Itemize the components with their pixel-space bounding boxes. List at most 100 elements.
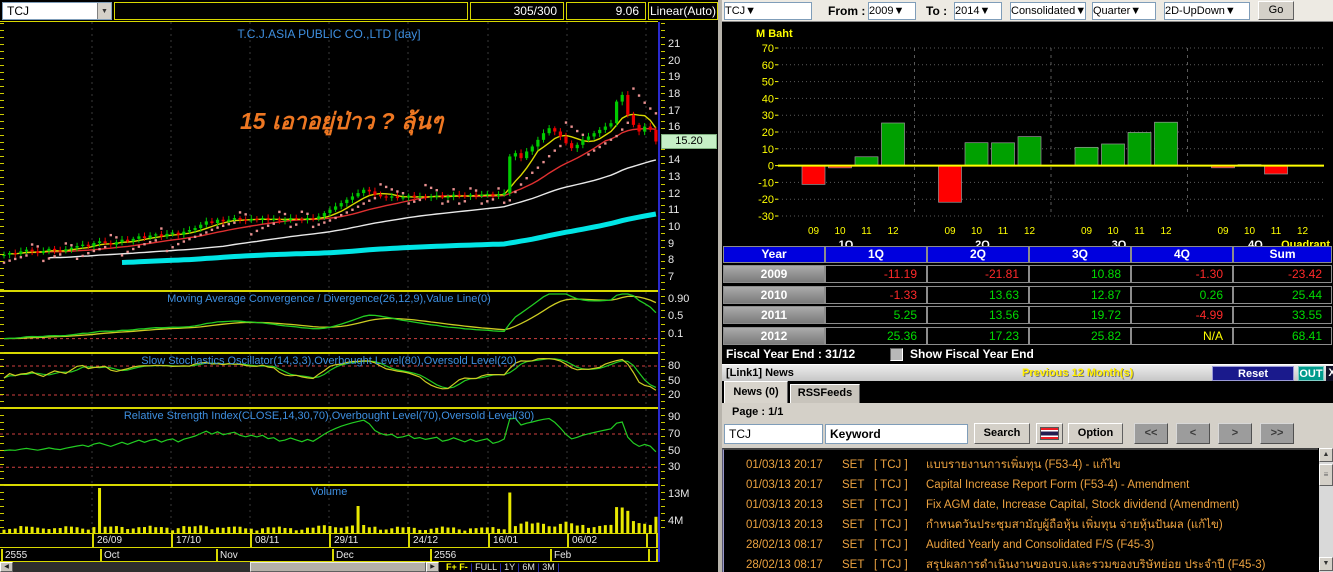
fundamental-toolbar: TCJ ▼ From : 2009 ▼ To : 2014 ▼ Consolid… bbox=[722, 0, 1333, 22]
chevron-down-icon[interactable]: ▼ bbox=[893, 5, 904, 17]
reset-button[interactable]: Reset bbox=[1212, 366, 1294, 381]
left-tick-ruler bbox=[0, 23, 4, 533]
price-axis-label: 13 bbox=[668, 171, 681, 184]
news-item[interactable]: 01/03/13 20:13 SET [ TCJ ] กำหนดวันประชุมสา… bbox=[724, 515, 1318, 535]
zoom-in-button[interactable]: F+ bbox=[446, 562, 457, 572]
range-6m-button[interactable]: 6M bbox=[522, 562, 535, 572]
zoom-out-button[interactable]: F- bbox=[459, 562, 468, 572]
bar-ytick-label: -30 bbox=[758, 211, 774, 223]
search-button[interactable]: Search bbox=[974, 423, 1030, 444]
chevron-down-icon[interactable]: ▼ bbox=[979, 5, 990, 17]
trading-workspace: TCJ ▼ 305/300 9.06 Linear(Auto) T.C.J.AS… bbox=[0, 0, 1333, 572]
scroll-up-button[interactable]: ▲ bbox=[1319, 448, 1333, 462]
first-page-button[interactable]: << bbox=[1134, 423, 1168, 444]
price-axis-label: 12 bbox=[668, 187, 681, 200]
prev-page-button[interactable]: < bbox=[1176, 423, 1210, 444]
date-label: 16/01 bbox=[493, 535, 519, 546]
chevron-down-icon[interactable]: ▼ bbox=[1075, 5, 1086, 17]
statement-type-select[interactable]: Consolidated ▼ bbox=[1010, 2, 1086, 20]
period-select[interactable]: Quarter ▼ bbox=[1092, 2, 1156, 20]
price-axis-label: 8 bbox=[668, 254, 675, 267]
news-window-title: [Link1] News bbox=[726, 367, 794, 379]
news-scrollbar-thumb[interactable]: ≡ bbox=[1319, 464, 1333, 486]
table-header-cell: 1Q bbox=[825, 246, 927, 263]
date-label: 17/10 bbox=[176, 535, 202, 546]
chevron-down-icon[interactable]: ▼ bbox=[745, 5, 756, 17]
news-dt: 28/02/13 08:17 bbox=[746, 539, 823, 551]
month-tick bbox=[1, 549, 3, 561]
news-src: SET bbox=[842, 499, 865, 511]
symbol-value: TCJ bbox=[725, 5, 746, 17]
table-value-cell: 0.26 bbox=[1131, 285, 1233, 304]
unit-label: M Baht bbox=[756, 28, 793, 40]
bar-year-label: 09 bbox=[944, 226, 956, 237]
from-label: From : bbox=[828, 4, 866, 18]
scroll-down-button[interactable]: ▼ bbox=[1319, 557, 1333, 571]
indicator-axis-label: 70 bbox=[668, 427, 681, 440]
chevron-down-icon[interactable]: ▼ bbox=[1225, 5, 1236, 17]
scroll-left-button[interactable]: ◀ bbox=[0, 562, 13, 572]
bar-3Q-12 bbox=[1154, 121, 1178, 166]
rsi-line bbox=[3, 417, 657, 453]
bar-4Q-11 bbox=[1264, 165, 1288, 175]
next-page-button[interactable]: > bbox=[1218, 423, 1252, 444]
chevron-down-icon[interactable]: ▼ bbox=[1130, 5, 1141, 17]
scroll-right-button[interactable]: ▶ bbox=[426, 562, 439, 572]
news-symbol-input[interactable] bbox=[724, 424, 823, 444]
price-chart-canvas[interactable] bbox=[0, 22, 658, 290]
news-search-block: Page : 1/1 Search Option << < > >> bbox=[722, 403, 1333, 448]
go-button[interactable]: Go bbox=[1258, 1, 1294, 20]
bar-ytick-label: 10 bbox=[762, 144, 774, 156]
tab-news[interactable]: News (0) bbox=[724, 381, 788, 403]
volume-title: Volume bbox=[310, 486, 348, 498]
page-indicator: Page : 1/1 bbox=[732, 406, 784, 418]
news-item[interactable]: 01/03/13 20:17 SET [ TCJ ] แบบรายงานการเพิ่… bbox=[724, 455, 1318, 475]
date-label: 08/11 bbox=[255, 535, 280, 546]
from-year-select[interactable]: 2009 ▼ bbox=[868, 2, 916, 20]
price-axis-label: 7 bbox=[668, 270, 675, 283]
news-dt: 01/03/13 20:17 bbox=[746, 479, 823, 491]
option-button[interactable]: Option bbox=[1068, 423, 1123, 444]
indicator-axis-label: 20 bbox=[668, 388, 681, 401]
chart-scrollbar-track[interactable] bbox=[13, 562, 426, 572]
table-value-cell: 33.55 bbox=[1233, 306, 1332, 324]
price-axis-label: 11 bbox=[668, 204, 680, 217]
table-value-cell: 19.72 bbox=[1029, 306, 1131, 324]
from-year-value: 2009 bbox=[869, 5, 894, 17]
date-label: 06/02 bbox=[572, 535, 598, 546]
date-tick bbox=[488, 534, 490, 547]
chart-scrollbar-thumb[interactable] bbox=[250, 562, 426, 572]
table-row: Year 1Q 2Q 3Q 4Q Sum bbox=[723, 246, 1332, 263]
price-axis-label: 10 bbox=[668, 221, 681, 234]
news-keyword-input[interactable] bbox=[825, 424, 968, 444]
symbol-combobox[interactable]: TCJ ▼ bbox=[724, 2, 812, 20]
close-button[interactable]: X bbox=[1326, 366, 1333, 381]
bar-year-label: 09 bbox=[1081, 226, 1093, 237]
bar-year-label: 12 bbox=[1024, 226, 1036, 237]
out-button[interactable]: OUT bbox=[1298, 366, 1324, 381]
news-item[interactable]: 01/03/13 20:13 SET [ TCJ ] Fix AGM date, In… bbox=[724, 495, 1318, 515]
news-scrollbar[interactable]: ▲ ≡ ▼ bbox=[1319, 448, 1333, 572]
month-tick bbox=[430, 549, 432, 561]
date-tick bbox=[92, 534, 94, 547]
indicator-axis-label: 30 bbox=[668, 461, 681, 474]
to-year-select[interactable]: 2014 ▼ bbox=[954, 2, 1002, 20]
panel-divider bbox=[0, 352, 658, 354]
news-item[interactable]: 28/02/13 08:17 SET [ TCJ ] Audited Yearly a… bbox=[724, 535, 1318, 555]
language-toggle-button[interactable] bbox=[1036, 423, 1063, 444]
range-3m-button[interactable]: 3M bbox=[542, 562, 555, 572]
news-item[interactable]: 28/02/13 08:17 SET [ TCJ ] สรุปผลการดำเนินง… bbox=[724, 555, 1318, 572]
table-header-cell: 3Q bbox=[1029, 246, 1131, 263]
view-mode-select[interactable]: 2D-UpDown ▼ bbox=[1164, 2, 1250, 20]
last-page-button[interactable]: >> bbox=[1260, 423, 1294, 444]
range-1y-button[interactable]: 1Y bbox=[504, 562, 515, 572]
chart-stack: T.C.J.ASIA PUBLIC CO.,LTD [day] 15 เอาอย… bbox=[0, 0, 718, 572]
tab-rssfeeds[interactable]: RSSFeeds bbox=[790, 384, 860, 403]
indicator-axis-label: 13M bbox=[668, 488, 690, 500]
table-row: 2009 -11.19 -21.81 10.88 -1.30 -23.42 bbox=[723, 265, 1332, 283]
range-full-button[interactable]: FULL bbox=[475, 562, 497, 572]
news-item[interactable]: 01/03/13 20:17 SET [ TCJ ] Capital Increase… bbox=[724, 475, 1318, 495]
show-fiscal-checkbox[interactable] bbox=[890, 348, 903, 361]
bar-year-label: 10 bbox=[1244, 226, 1256, 237]
table-value-cell: -21.81 bbox=[927, 265, 1029, 283]
